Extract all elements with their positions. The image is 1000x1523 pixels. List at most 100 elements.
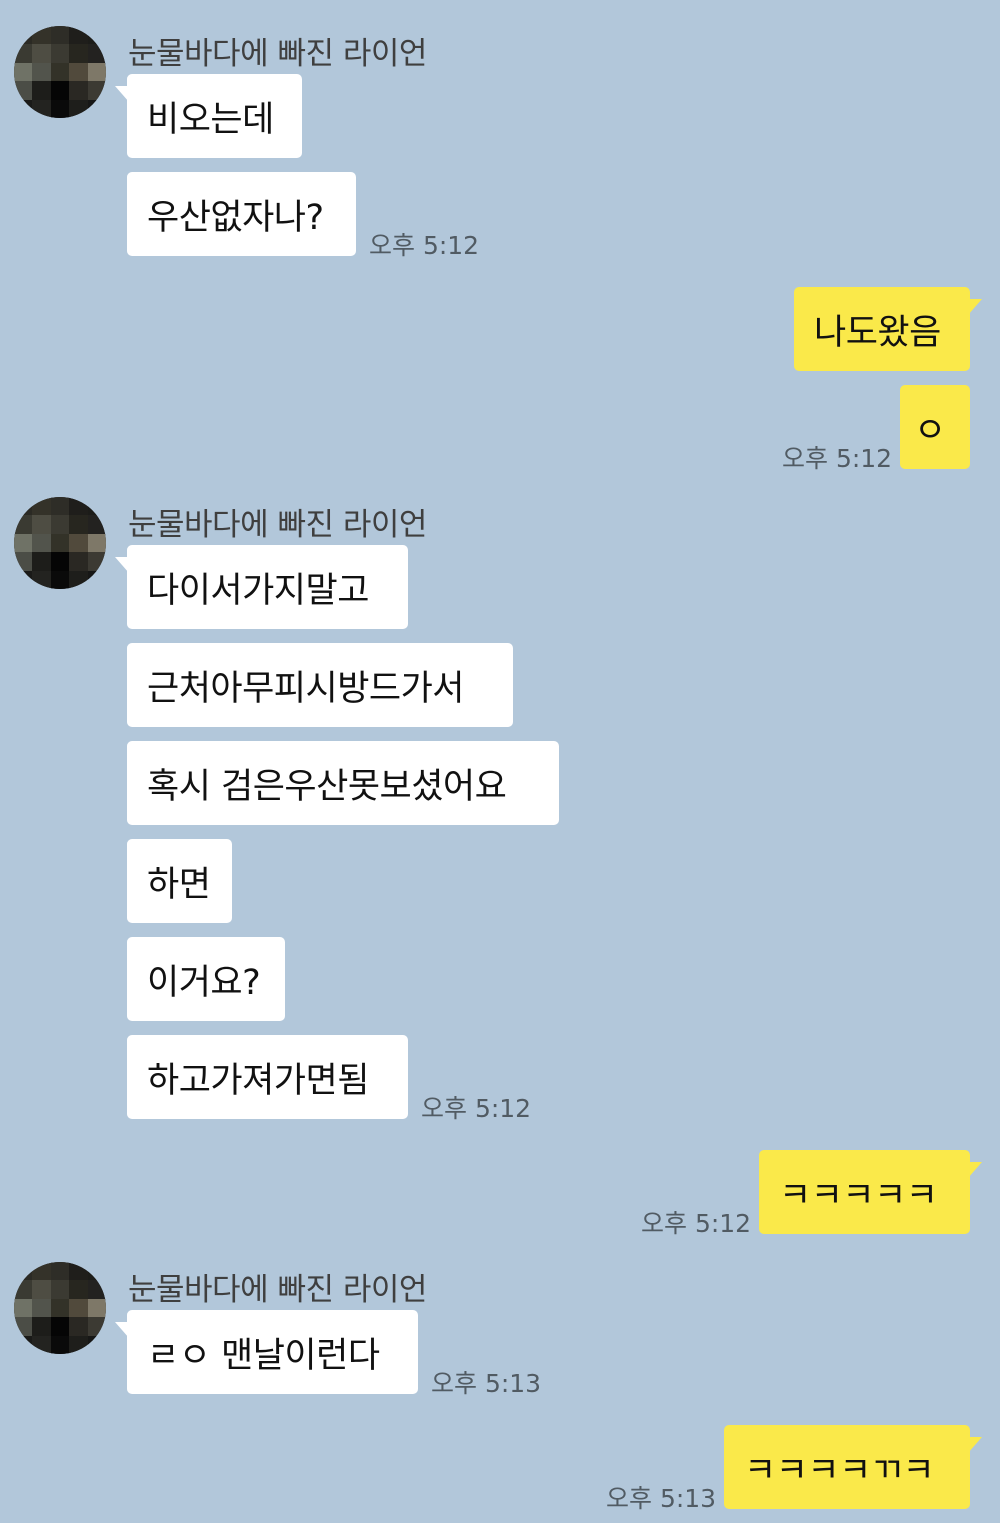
avatar[interactable] (14, 1262, 106, 1354)
avatar-mosaic-tile (32, 44, 52, 64)
message-bubble[interactable]: 다이서가지말고 (115, 545, 408, 629)
message-time: 오후 5:12 (421, 1094, 532, 1123)
avatar-mosaic-tile (14, 533, 34, 554)
message-bubble[interactable]: ㄹㅇ 맨날이런다 (115, 1310, 418, 1394)
avatar-mosaic-tile (69, 44, 89, 64)
message-bubble[interactable]: 하면 (127, 839, 232, 923)
avatar-mosaic-tile (50, 1298, 71, 1319)
avatar-mosaic-tile (32, 1317, 52, 1337)
avatar-mosaic-tile (69, 1317, 89, 1337)
sender-name: 눈물바다에 빠진 라이언 (128, 507, 427, 543)
message-bubble[interactable]: 비오는데 (115, 74, 302, 158)
sender-name: 눈물바다에 빠진 라이언 (128, 36, 427, 72)
avatar-mosaic-tile (32, 81, 52, 101)
message-time: 오후 5:13 (606, 1484, 717, 1513)
avatar-mosaic-tile (50, 570, 71, 589)
avatar-mosaic-tile (32, 1298, 52, 1319)
avatar-mosaic-tile (87, 497, 106, 517)
message-time: 오후 5:12 (782, 444, 893, 473)
avatar-mosaic-tile (50, 81, 71, 101)
avatar-mosaic-tile (14, 552, 34, 572)
avatar-mosaic-tile (69, 1280, 89, 1300)
avatar-mosaic-tile (50, 44, 71, 64)
avatar-mosaic-tile (69, 81, 89, 101)
avatar-mosaic-tile (32, 62, 52, 83)
avatar-mosaic-tile (50, 99, 71, 118)
avatar-mosaic-tile (32, 570, 52, 589)
message-bubble[interactable]: 하고가져가면됨 (127, 1035, 408, 1119)
avatar-mosaic-tile (50, 1262, 71, 1282)
avatar-mosaic-tile (87, 1262, 106, 1282)
message-bubble[interactable]: ㅇ (900, 385, 970, 469)
avatar-mosaic-tile (14, 1280, 34, 1300)
avatar-mosaic-tile (87, 1298, 106, 1319)
avatar-mosaic-tile (32, 99, 52, 118)
avatar-mosaic-tile (87, 1280, 106, 1300)
avatar-mosaic-tile (50, 1335, 71, 1354)
message-bubble[interactable]: 우산없자나? (127, 172, 356, 256)
avatar-mosaic-tile (87, 1317, 106, 1337)
avatar-mosaic-tile (87, 515, 106, 535)
avatar-mosaic-tile (69, 1262, 89, 1282)
avatar-mosaic-tile (32, 26, 52, 46)
message-bubble[interactable]: 이거요? (127, 937, 285, 1021)
avatar-mosaic-tile (50, 515, 71, 535)
avatar-mosaic-tile (14, 570, 34, 589)
avatar-mosaic-tile (87, 44, 106, 64)
avatar-mosaic-tile (87, 99, 106, 118)
avatar-mosaic-tile (69, 515, 89, 535)
message-bubble[interactable]: 나도왔음 (794, 287, 982, 371)
avatar-mosaic-tile (69, 1298, 89, 1319)
avatar-mosaic-tile (69, 62, 89, 83)
avatar-mosaic-tile (87, 81, 106, 101)
avatar-mosaic-tile (69, 1335, 89, 1354)
avatar-mosaic-tile (69, 99, 89, 118)
avatar[interactable] (14, 26, 106, 118)
message-time: 오후 5:12 (369, 231, 480, 260)
avatar-mosaic-tile (14, 26, 34, 46)
message-time: 오후 5:12 (641, 1209, 752, 1238)
avatar-mosaic-tile (14, 62, 34, 83)
avatar-mosaic-tile (69, 26, 89, 46)
avatar-mosaic-tile (50, 552, 71, 572)
avatar-mosaic-tile (32, 1335, 52, 1354)
avatar-mosaic-tile (69, 497, 89, 517)
avatar-mosaic-tile (50, 1280, 71, 1300)
message-time: 오후 5:13 (431, 1369, 542, 1398)
avatar-mosaic-tile (14, 1298, 34, 1319)
avatar-mosaic-tile (32, 497, 52, 517)
avatar-mosaic-tile (14, 1317, 34, 1337)
avatar-mosaic-tile (87, 570, 106, 589)
message-bubble[interactable]: ㅋㅋㅋㅋㄲㅋ (724, 1425, 982, 1509)
avatar-mosaic-tile (14, 497, 34, 517)
avatar-mosaic-tile (32, 1262, 52, 1282)
avatar-mosaic-tile (87, 533, 106, 554)
avatar-mosaic-tile (32, 552, 52, 572)
avatar-mosaic-tile (87, 62, 106, 83)
avatar-mosaic-tile (14, 1335, 34, 1354)
avatar-mosaic-tile (50, 26, 71, 46)
avatar[interactable] (14, 497, 106, 589)
avatar-mosaic-tile (14, 99, 34, 118)
avatar-mosaic-tile (14, 81, 34, 101)
avatar-mosaic-tile (50, 533, 71, 554)
avatar-mosaic-tile (50, 1317, 71, 1337)
avatar-mosaic-tile (14, 1262, 34, 1282)
message-bubble[interactable]: ㅋㅋㅋㅋㅋ (759, 1150, 982, 1234)
message-bubble[interactable]: 근처아무피시방드가서 (127, 643, 513, 727)
avatar-mosaic-tile (69, 552, 89, 572)
avatar-mosaic-tile (69, 570, 89, 589)
avatar-mosaic-tile (50, 62, 71, 83)
message-bubble[interactable]: 혹시 검은우산못보셨어요 (127, 741, 559, 825)
avatar-mosaic-tile (14, 44, 34, 64)
avatar-mosaic-tile (69, 533, 89, 554)
avatar-mosaic-tile (32, 533, 52, 554)
avatar-mosaic-tile (32, 1280, 52, 1300)
avatar-mosaic-tile (87, 26, 106, 46)
avatar-mosaic-tile (14, 515, 34, 535)
avatar-mosaic-tile (87, 1335, 106, 1354)
avatar-mosaic-tile (50, 497, 71, 517)
sender-name: 눈물바다에 빠진 라이언 (128, 1272, 427, 1308)
avatar-mosaic-tile (32, 515, 52, 535)
avatar-mosaic-tile (87, 552, 106, 572)
